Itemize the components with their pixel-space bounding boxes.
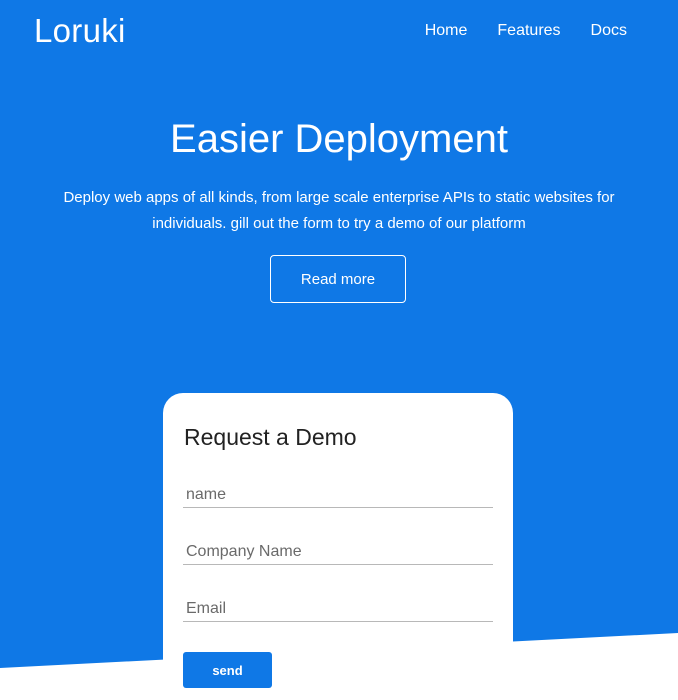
send-button[interactable]: send — [183, 652, 272, 688]
nav-link-docs[interactable]: Docs — [591, 22, 627, 40]
logo[interactable]: Loruki — [34, 12, 126, 50]
demo-request-card: Request a Demo send — [163, 393, 513, 700]
nav-link-home[interactable]: Home — [425, 22, 468, 40]
name-input[interactable] — [183, 482, 493, 508]
demo-form-title: Request a Demo — [184, 424, 357, 450]
company-name-input[interactable] — [183, 539, 493, 565]
navbar: Loruki Home Features Docs — [0, 0, 678, 64]
nav-links: Home Features Docs — [425, 22, 627, 40]
hero-title: Easier Deployment — [170, 117, 508, 161]
hero-description: Deploy web apps of all kinds, from large… — [63, 189, 615, 232]
nav-link-features[interactable]: Features — [497, 22, 560, 40]
email-input[interactable] — [183, 596, 493, 622]
read-more-button[interactable]: Read more — [270, 255, 406, 303]
